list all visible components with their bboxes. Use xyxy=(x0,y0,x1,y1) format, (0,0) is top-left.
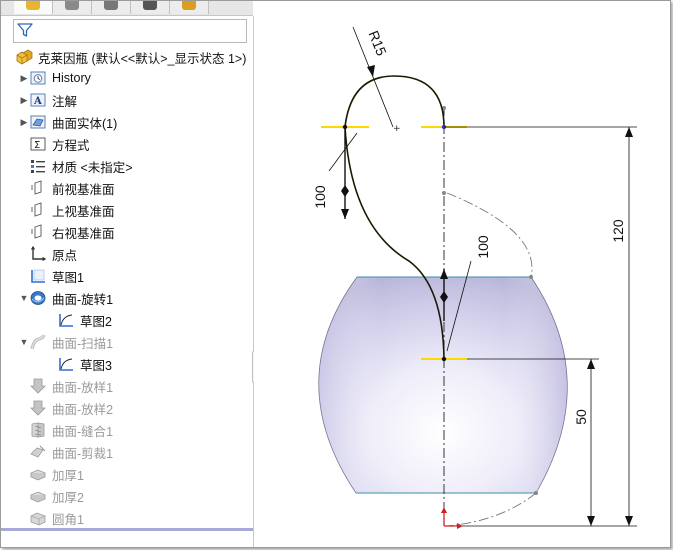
loft-icon xyxy=(29,400,47,416)
sketch-icon xyxy=(29,268,47,284)
sketch-icon xyxy=(57,312,75,328)
tree-item-surface-trim1[interactable]: 曲面-剪裁1 xyxy=(29,442,113,462)
sweep-icon xyxy=(29,334,47,350)
dimension-value-100-middle[interactable]: 100 xyxy=(475,235,491,259)
tree-item-surface-revolve1[interactable]: ▼ 曲面-旋转1 xyxy=(19,288,113,308)
fillet-icon xyxy=(29,510,47,526)
expand-caret-icon[interactable]: ▶ xyxy=(19,95,29,106)
tree-item-label: 上视基准面 xyxy=(52,204,115,219)
tree-item-top-plane[interactable]: 上视基准面 xyxy=(29,200,115,220)
svg-text:+: + xyxy=(393,124,401,134)
tree-end-marker xyxy=(1,528,253,531)
tree-item-label: 圆角1 xyxy=(52,512,84,527)
bottle-surface-body[interactable] xyxy=(318,275,568,495)
tree-item-surface-knit1[interactable]: 曲面-缝合1 xyxy=(29,420,113,440)
dimension-value-120[interactable]: 120 xyxy=(610,219,626,243)
tree-item-surface-loft1[interactable]: 曲面-放样1 xyxy=(29,376,113,396)
tree-item-label: 曲面-旋转1 xyxy=(52,292,114,307)
tree-item-thicken1[interactable]: 加厚1 xyxy=(29,464,84,484)
tree-item-label: 曲面-扫描1 xyxy=(52,336,114,351)
tree-item-front-plane[interactable]: 前视基准面 xyxy=(29,178,115,198)
tree-filter[interactable] xyxy=(13,19,247,43)
model-canvas: + 120 50 R15 100 100 xyxy=(312,26,637,529)
tree-item-label: 草图2 xyxy=(80,314,112,329)
dimension-value-r15[interactable]: R15 xyxy=(365,28,390,58)
knit-icon xyxy=(29,422,47,438)
origin-triad xyxy=(441,507,463,529)
sketch-icon xyxy=(57,356,75,372)
tree-item-label: 方程式 xyxy=(52,138,90,153)
dimension-upper-length[interactable]: 100 xyxy=(312,127,358,219)
tab-configuration-manager[interactable] xyxy=(92,1,131,14)
feature-tree-panel: 克莱因瓶 (默认<<默认>_显示状态 1>) ▶ History ▶ A 注解 … xyxy=(1,16,254,547)
svg-text:A: A xyxy=(33,96,42,107)
svg-text:Σ: Σ xyxy=(34,140,40,151)
tree-root-label: 克莱因瓶 (默认<<默认>_显示状态 1>) xyxy=(38,51,247,66)
tree-item-material[interactable]: 材质 <未指定> xyxy=(29,156,133,176)
graphics-viewport[interactable]: + 120 50 R15 100 100 xyxy=(254,1,670,547)
plane-icon xyxy=(29,224,47,240)
surface-bodies-icon xyxy=(29,114,47,130)
tree-item-label: 原点 xyxy=(52,248,78,263)
tree-item-label: History xyxy=(52,71,91,85)
tree-item-label: 材质 <未指定> xyxy=(52,160,133,175)
tree-item-history[interactable]: ▶ History xyxy=(19,68,91,88)
tab-feature-manager[interactable] xyxy=(14,1,53,14)
expand-caret-icon[interactable]: ▶ xyxy=(19,117,29,128)
dimension-value-100-upper[interactable]: 100 xyxy=(312,185,328,209)
application-window: 克莱因瓶 (默认<<默认>_显示状态 1>) ▶ History ▶ A 注解 … xyxy=(0,0,671,548)
thicken-icon xyxy=(29,466,47,482)
tree-item-label: 右视基准面 xyxy=(52,226,115,241)
material-icon xyxy=(29,158,47,174)
tree-item-label: 曲面-放样1 xyxy=(52,380,114,395)
tree-item-equations[interactable]: Σ 方程式 xyxy=(29,134,90,154)
tab-display-manager[interactable] xyxy=(170,1,209,14)
tree-item-label: 草图1 xyxy=(52,270,84,285)
annotation-icon: A xyxy=(29,92,47,108)
revolve-icon xyxy=(29,290,47,306)
tab-property-manager[interactable] xyxy=(53,1,92,14)
tree-item-sketch3[interactable]: 草图3 xyxy=(57,354,112,374)
plane-icon xyxy=(29,180,47,196)
origin-icon xyxy=(29,246,47,262)
tree-item-origin[interactable]: 原点 xyxy=(29,244,77,264)
tree-item-label: 曲面实体(1) xyxy=(52,116,118,131)
tree-item-surface-sweep1[interactable]: ▼ 曲面-扫描1 xyxy=(19,332,113,352)
expand-caret-icon[interactable]: ▶ xyxy=(19,73,29,84)
trim-icon xyxy=(29,444,47,460)
tree-item-label: 前视基准面 xyxy=(52,182,115,197)
thicken-icon xyxy=(29,488,47,504)
tab-dimxpert-manager[interactable] xyxy=(131,1,170,14)
loft-icon xyxy=(29,378,47,394)
tree-item-sketch1[interactable]: 草图1 xyxy=(29,266,84,286)
tree-item-annotations[interactable]: ▶ A 注解 xyxy=(19,90,77,110)
collapse-caret-icon[interactable]: ▼ xyxy=(19,293,29,303)
tree-item-label: 曲面-剪裁1 xyxy=(52,446,114,461)
tree-item-label: 曲面-缝合1 xyxy=(52,424,114,439)
tree-item-sketch2[interactable]: 草图2 xyxy=(57,310,112,330)
history-icon xyxy=(29,70,47,86)
tree-root-part[interactable]: 克莱因瓶 (默认<<默认>_显示状态 1>) xyxy=(15,47,246,67)
tree-item-thicken2[interactable]: 加厚2 xyxy=(29,486,84,506)
part-icon xyxy=(15,49,33,65)
tree-item-label: 草图3 xyxy=(80,358,112,373)
tree-item-surface-loft2[interactable]: 曲面-放样2 xyxy=(29,398,113,418)
tree-item-label: 曲面-放样2 xyxy=(52,402,114,417)
tree-item-label: 注解 xyxy=(52,94,78,109)
dimension-value-50[interactable]: 50 xyxy=(573,409,589,425)
tree-item-label: 加厚1 xyxy=(52,468,84,483)
equation-icon: Σ xyxy=(29,136,47,152)
tree-item-fillet1[interactable]: 圆角1 xyxy=(29,508,84,528)
tree-item-label: 加厚2 xyxy=(52,490,84,505)
manager-tabs xyxy=(1,1,253,16)
filter-icon[interactable] xyxy=(17,22,33,38)
plane-icon xyxy=(29,202,47,218)
collapse-caret-icon[interactable]: ▼ xyxy=(19,337,29,347)
tree-item-surface-bodies[interactable]: ▶ 曲面实体(1) xyxy=(19,112,117,132)
tree-item-right-plane[interactable]: 右视基准面 xyxy=(29,222,115,242)
